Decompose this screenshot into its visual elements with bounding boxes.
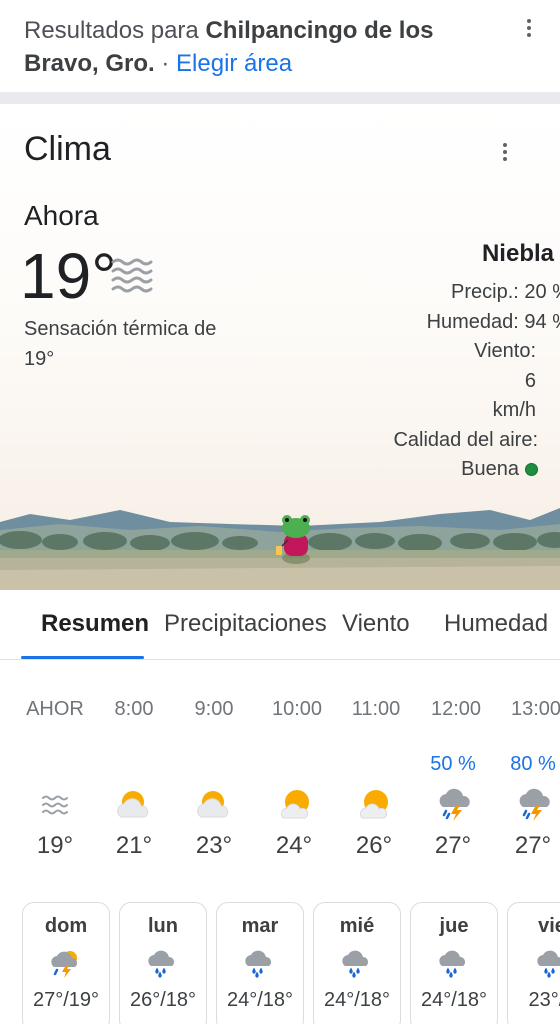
day-card-vie[interactable]: vie 23°/1 bbox=[507, 902, 560, 1024]
weather-card: Clima Ahora 19° Sensación térmica de 19°… bbox=[0, 104, 560, 590]
mostly-sunny-icon bbox=[341, 786, 411, 824]
partly-sunny-icon bbox=[99, 786, 169, 824]
day-card-mar[interactable]: mar 24°/18° bbox=[216, 902, 304, 1024]
day-temperature-range: 24°/18° bbox=[323, 989, 391, 1011]
card-title: Clima bbox=[24, 130, 111, 168]
hour-time: 12:00 bbox=[430, 698, 482, 720]
condition-label: Niebla bbox=[481, 240, 554, 267]
hour-time: 8:00 bbox=[114, 698, 154, 720]
air-quality-label: Calidad del aire: bbox=[393, 428, 538, 451]
current-temperature: 19° bbox=[20, 240, 117, 312]
hour-time: 9:00 bbox=[194, 698, 234, 720]
rain-icon bbox=[120, 949, 206, 979]
tab-precipitaciones[interactable]: Precipitaciones bbox=[164, 610, 327, 638]
hour-temperature: 26° bbox=[355, 832, 393, 859]
humidity-value: Humedad: 94 % bbox=[426, 310, 560, 333]
mostly-sunny-icon bbox=[262, 786, 332, 824]
day-temperature-range: 23°/1 bbox=[528, 989, 560, 1011]
day-temperature-range: 27°/19° bbox=[32, 989, 100, 1011]
hour-temperature: 27° bbox=[434, 832, 472, 859]
results-location-text: Resultados para Chilpancingo de los Brav… bbox=[24, 14, 494, 80]
rain-icon bbox=[508, 949, 560, 979]
day-name: mar bbox=[241, 915, 279, 937]
fog-icon bbox=[20, 786, 90, 824]
rain-icon bbox=[411, 949, 497, 979]
partly-sunny-icon bbox=[179, 786, 249, 824]
hour-time: 11:00 bbox=[351, 698, 401, 720]
results-header: Resultados para Chilpancingo de los Brav… bbox=[0, 0, 560, 92]
fog-icon bbox=[111, 258, 153, 293]
day-name: lun bbox=[148, 915, 178, 937]
card-more-options-icon[interactable] bbox=[493, 140, 517, 164]
tab-viento[interactable]: Viento bbox=[342, 610, 410, 638]
air-quality-indicator-icon bbox=[525, 463, 538, 476]
air-quality-value: Buena bbox=[461, 458, 519, 480]
hour-temperature: 27° bbox=[514, 832, 552, 859]
day-name: vie bbox=[538, 915, 560, 937]
change-area-link[interactable]: Elegir área bbox=[176, 50, 292, 77]
hour-time: AHOR bbox=[26, 698, 84, 720]
precipitation-value: Precip.: 20 % bbox=[451, 281, 560, 303]
hour-time: 10:00 bbox=[271, 698, 323, 720]
hour-temperature: 24° bbox=[275, 832, 313, 859]
day-name: dom bbox=[44, 915, 88, 937]
day-card-jue[interactable]: jue 24°/18° bbox=[410, 902, 498, 1024]
day-card-dom[interactable]: dom 27°/19° bbox=[22, 902, 110, 1024]
day-card-lun[interactable]: lun 26°/18° bbox=[119, 902, 207, 1024]
active-tab-indicator bbox=[21, 656, 144, 659]
hour-precip-chance: 80 % bbox=[510, 753, 556, 775]
hour-temperature: 19° bbox=[36, 832, 74, 859]
weather-details: Precip.: 20 % Humedad: 94 % Viento: 6 km… bbox=[340, 278, 560, 485]
rain-icon bbox=[217, 949, 303, 979]
feels-like: Sensación térmica de 19° bbox=[24, 318, 217, 370]
forecast-tabs: Resumen Precipitaciones Viento Humedad bbox=[0, 590, 560, 660]
hour-temperature: 23° bbox=[195, 832, 233, 859]
wind-label: Viento: bbox=[474, 340, 536, 362]
wind-value: 6 bbox=[524, 369, 536, 392]
wind-unit: km/h bbox=[492, 399, 536, 421]
results-prefix: Resultados para bbox=[24, 17, 206, 44]
day-name: mié bbox=[339, 915, 375, 937]
tab-resumen[interactable]: Resumen bbox=[41, 610, 149, 638]
tab-humedad[interactable]: Humedad bbox=[444, 610, 548, 638]
sun-thunderstorm-icon bbox=[23, 949, 109, 979]
day-temperature-range: 26°/18° bbox=[129, 989, 197, 1011]
day-name: jue bbox=[439, 915, 469, 937]
day-card-mie[interactable]: mié 24°/18° bbox=[313, 902, 401, 1024]
more-options-icon[interactable] bbox=[517, 16, 541, 40]
thunderstorm-icon bbox=[501, 786, 560, 824]
weather-scene-illustration bbox=[0, 508, 560, 590]
hour-temperature: 21° bbox=[115, 832, 153, 859]
now-label: Ahora bbox=[24, 200, 99, 231]
thunderstorm-icon bbox=[421, 786, 491, 824]
section-divider bbox=[0, 92, 560, 104]
hour-time: 13:00 bbox=[510, 698, 560, 720]
hour-precip-chance: 50 % bbox=[430, 753, 476, 775]
rain-icon bbox=[314, 949, 400, 979]
day-temperature-range: 24°/18° bbox=[226, 989, 294, 1011]
day-temperature-range: 24°/18° bbox=[420, 989, 488, 1011]
results-separator: · bbox=[154, 50, 177, 77]
